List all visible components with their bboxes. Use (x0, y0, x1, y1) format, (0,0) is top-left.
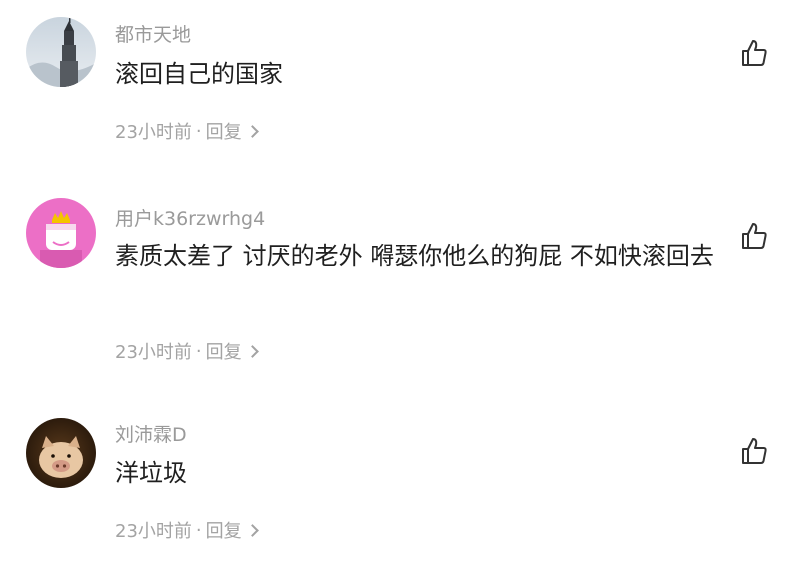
user-avatar[interactable] (26, 418, 96, 488)
pig-photo-avatar (26, 418, 96, 488)
chevron-right-icon (245, 523, 259, 537)
comment-text: 滚回自己的国家 (115, 60, 283, 88)
user-avatar[interactable] (26, 17, 96, 87)
timestamp: 23小时前 (115, 342, 192, 363)
reply-button[interactable]: 回复 (206, 517, 242, 543)
crown-character-avatar (26, 198, 96, 268)
comment-meta: 23小时前 · 回复 (115, 338, 259, 364)
username[interactable]: 都市天地 (115, 20, 191, 47)
username[interactable]: 刘沛霖D (115, 420, 187, 447)
reply-button[interactable]: 回复 (206, 338, 242, 364)
reply-button[interactable]: 回复 (206, 118, 242, 144)
comment-meta: 23小时前 · 回复 (115, 118, 259, 144)
username[interactable]: 用户k36rzwrhg4 (115, 204, 265, 231)
comment-text: 洋垃圾 (115, 459, 187, 487)
thumbs-up-icon[interactable] (738, 37, 770, 69)
separator-dot: · (195, 519, 202, 541)
separator-dot: · (195, 120, 202, 142)
thumbs-up-icon[interactable] (738, 220, 770, 252)
comment-text: 素质太差了 讨厌的老外 嘚瑟你他么的狗屁 不如快滚回去 (115, 242, 714, 270)
timestamp: 23小时前 (115, 521, 192, 542)
skyscraper-photo-avatar (26, 17, 96, 87)
user-avatar[interactable] (26, 198, 96, 268)
chevron-right-icon (245, 344, 259, 358)
thumbs-up-icon[interactable] (738, 435, 770, 467)
comment-meta: 23小时前 · 回复 (115, 517, 259, 543)
timestamp: 23小时前 (115, 122, 192, 143)
separator-dot: · (195, 340, 202, 362)
chevron-right-icon (245, 124, 259, 138)
